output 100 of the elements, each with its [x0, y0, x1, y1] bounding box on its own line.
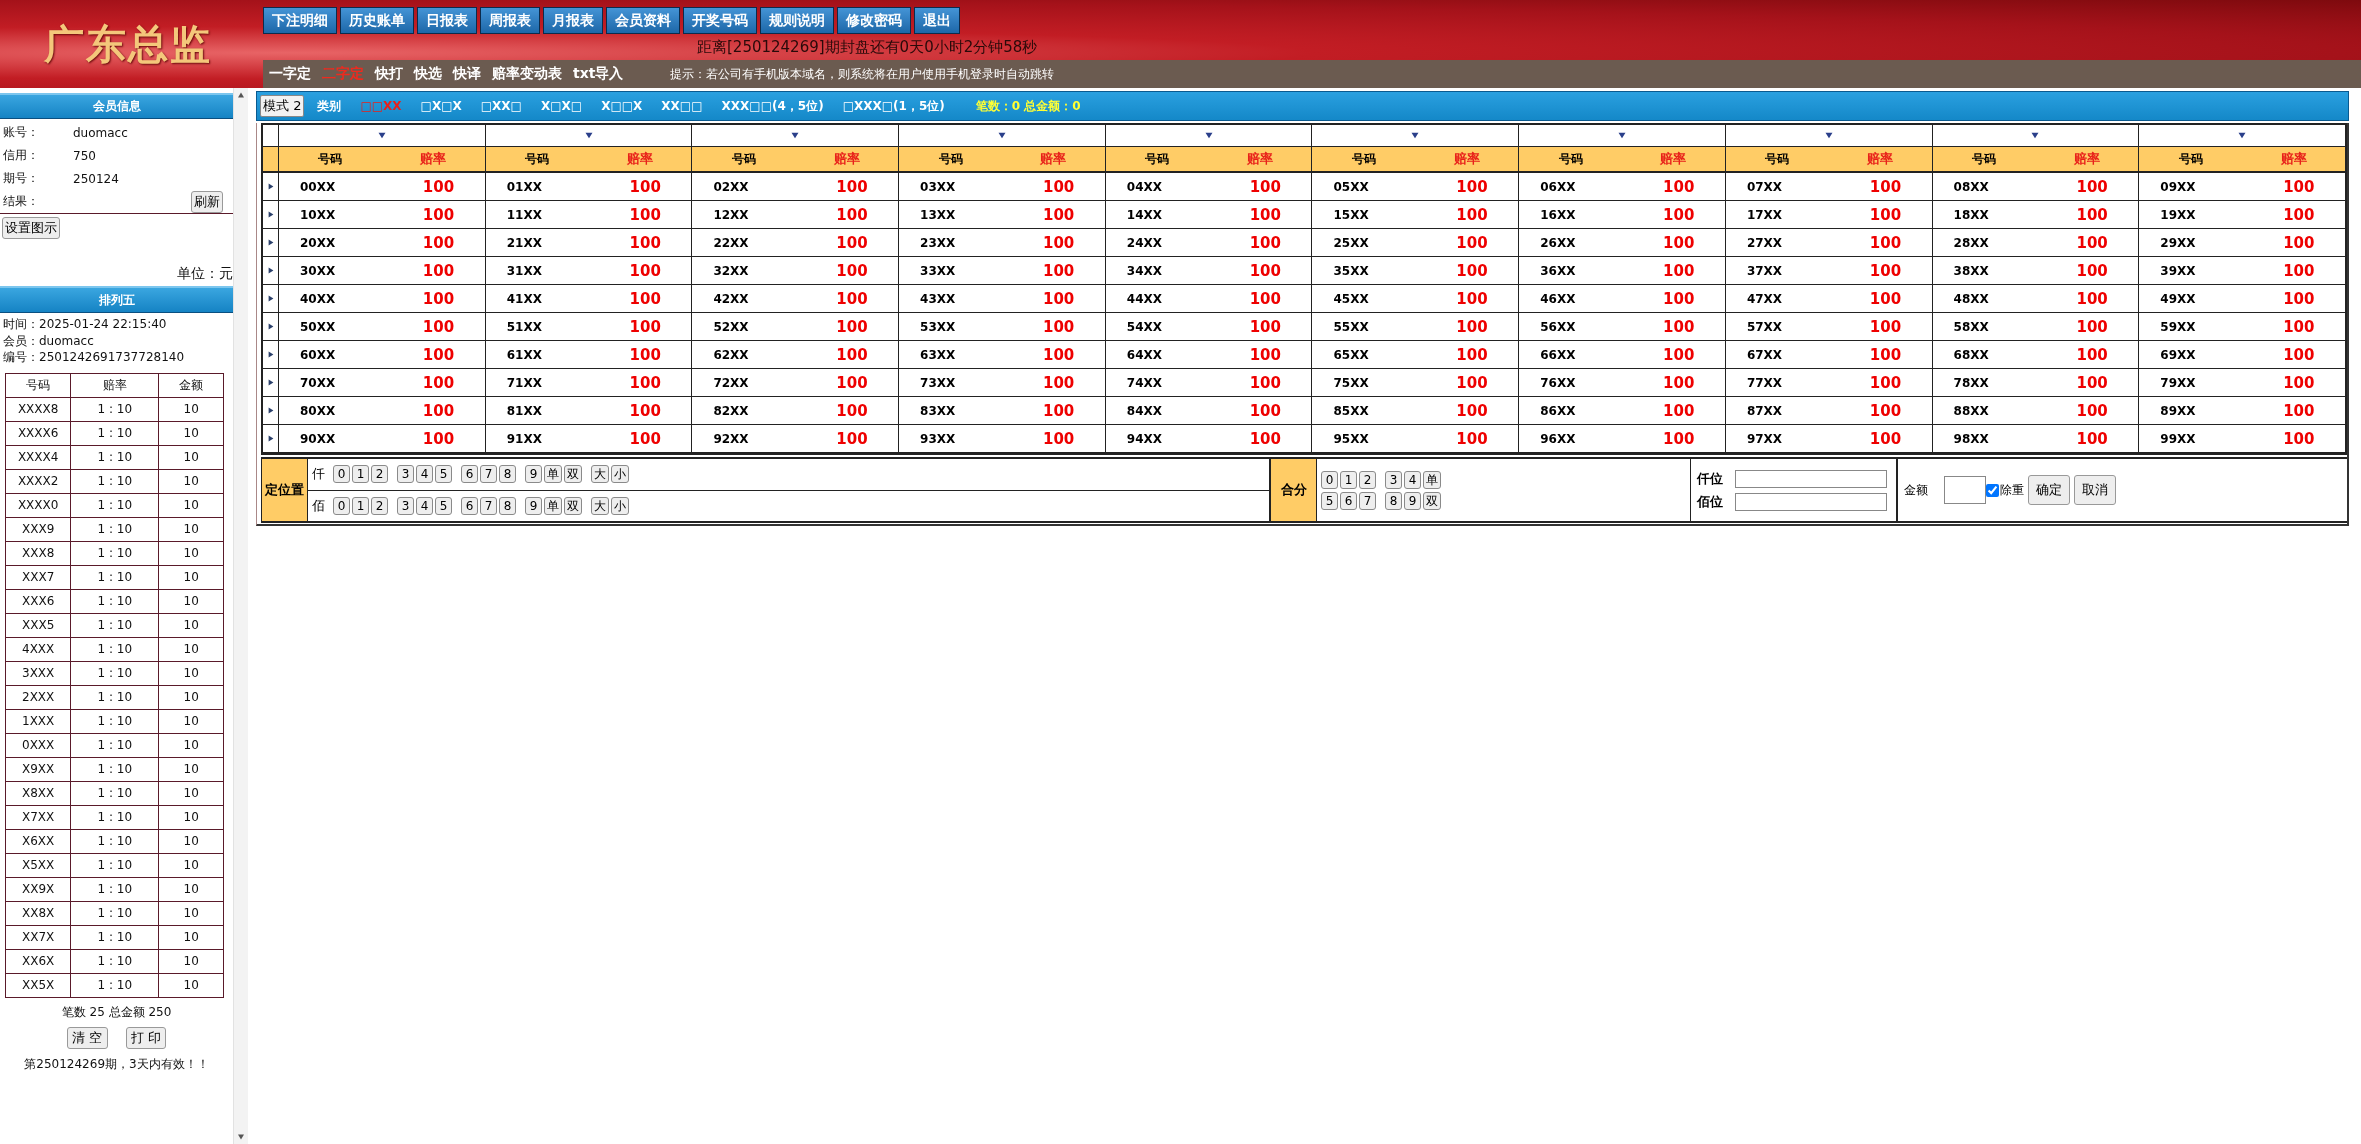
- menu-tab[interactable]: txt导入: [573, 65, 624, 83]
- nav-button[interactable]: 历史账单: [340, 7, 414, 34]
- odds-value: 100: [1041, 233, 1076, 252]
- pick-key[interactable]: 9: [525, 465, 542, 484]
- pick-key[interactable]: 1: [1340, 470, 1357, 489]
- number-code: 74XX: [1125, 375, 1163, 390]
- nav-button[interactable]: 退出: [914, 7, 960, 34]
- pick-key[interactable]: 5: [435, 465, 452, 484]
- pick-key[interactable]: 单: [544, 465, 562, 484]
- menu-tab[interactable]: 赔率变动表: [492, 65, 562, 83]
- pick-key[interactable]: 小: [611, 465, 629, 484]
- pick-key[interactable]: 4: [1404, 470, 1421, 489]
- number-code: 97XX: [1745, 431, 1784, 446]
- pick-key[interactable]: 8: [499, 465, 516, 484]
- refresh-button[interactable]: 刷新: [191, 190, 223, 213]
- pick-key[interactable]: 7: [480, 465, 497, 484]
- odds-value: 100: [1455, 401, 1489, 420]
- mode-button[interactable]: 模式 2: [260, 95, 305, 117]
- menu-tab[interactable]: 一字定: [269, 65, 311, 83]
- menu-tab[interactable]: 快打: [375, 65, 403, 83]
- nav-button[interactable]: 会员资料: [606, 7, 680, 34]
- pick-key[interactable]: 7: [480, 496, 497, 515]
- action-button[interactable]: 取消: [2074, 475, 2116, 505]
- scroll-up-icon[interactable]: [237, 92, 245, 98]
- pick-key[interactable]: 3: [397, 465, 414, 484]
- odds-value: 100: [1868, 345, 1903, 364]
- number-code: 10XX: [299, 207, 337, 222]
- menu-tab[interactable]: 快译: [453, 65, 481, 83]
- pick-key[interactable]: 5: [1321, 491, 1338, 510]
- pick-key[interactable]: 1: [352, 496, 369, 515]
- dedupe-checkbox[interactable]: [1986, 483, 1999, 497]
- nav-button[interactable]: 月报表: [543, 7, 603, 34]
- action-button[interactable]: 确定: [2028, 475, 2070, 505]
- pick-key[interactable]: 0: [1321, 470, 1338, 489]
- odds-value: 100: [628, 261, 662, 280]
- odds-value: 100: [1868, 429, 1903, 448]
- pick-key[interactable]: 9: [1404, 491, 1421, 510]
- pick-key[interactable]: 单: [544, 496, 562, 515]
- scrollbar[interactable]: [233, 88, 248, 1144]
- pick-key[interactable]: 大: [591, 465, 609, 484]
- pick-key[interactable]: 大: [591, 496, 609, 515]
- legend-button[interactable]: 设置图示: [2, 217, 60, 239]
- table-cell: X7XX: [5, 805, 71, 829]
- pick-key[interactable]: 1: [352, 465, 369, 484]
- table-cell: 10: [158, 493, 224, 517]
- pick-key[interactable]: 0: [333, 496, 350, 515]
- pick-key[interactable]: 5: [435, 496, 452, 515]
- odds-value: 100: [2282, 401, 2316, 420]
- number-code: 78XX: [1952, 375, 1990, 390]
- pick-key[interactable]: 2: [371, 465, 388, 484]
- pick-key[interactable]: 2: [371, 496, 388, 515]
- pick-key[interactable]: 双: [1423, 491, 1441, 510]
- pick-key[interactable]: 7: [1359, 491, 1376, 510]
- pick-key[interactable]: 单: [1423, 470, 1441, 489]
- number-code: 38XX: [1952, 263, 1990, 278]
- field-value: duomacc: [73, 125, 129, 140]
- pick-key[interactable]: 2: [1359, 470, 1376, 489]
- odds-value: 100: [1248, 401, 1282, 420]
- odds-value: 100: [1248, 429, 1282, 448]
- odds-value: 100: [1662, 429, 1696, 448]
- number-code: 17XX: [1745, 207, 1784, 222]
- table-cell: 1 : 10: [70, 829, 159, 853]
- odds-value: 100: [1041, 261, 1076, 280]
- number-code: 27XX: [1745, 235, 1784, 250]
- pick-key[interactable]: 8: [1385, 491, 1402, 510]
- pick-key[interactable]: 4: [416, 465, 433, 484]
- nav-button[interactable]: 下注明细: [263, 7, 337, 34]
- amount-field[interactable]: [1944, 476, 1986, 504]
- input-field[interactable]: [1735, 469, 1887, 488]
- odds-value: 100: [2282, 345, 2316, 364]
- row-pointer-icon: [267, 434, 274, 443]
- pick-key[interactable]: 双: [564, 496, 582, 515]
- nav-button[interactable]: 周报表: [480, 7, 540, 34]
- nav-button[interactable]: 规则说明: [760, 7, 834, 34]
- column-header: 号码: [730, 150, 757, 168]
- pick-key[interactable]: 6: [461, 465, 478, 484]
- ticket-button[interactable]: 打 印: [125, 1026, 166, 1049]
- nav-button[interactable]: 开奖号码: [683, 7, 757, 34]
- pick-key[interactable]: 9: [525, 496, 542, 515]
- pick-key[interactable]: 3: [397, 496, 414, 515]
- input-field[interactable]: [1735, 492, 1887, 511]
- pick-key[interactable]: 0: [333, 465, 350, 484]
- nav-button[interactable]: 修改密码: [837, 7, 911, 34]
- pick-key[interactable]: 小: [611, 496, 629, 515]
- pick-key[interactable]: 6: [1340, 491, 1357, 510]
- number-code: 72XX: [712, 375, 750, 390]
- pick-key[interactable]: 8: [499, 496, 516, 515]
- odds-value: 100: [835, 233, 869, 252]
- nav-button[interactable]: 日报表: [417, 7, 477, 34]
- scroll-down-icon[interactable]: [237, 1134, 245, 1140]
- field-label: 金额: [1904, 481, 1928, 499]
- menu-tab[interactable]: 快选: [414, 65, 442, 83]
- table-cell: 1 : 10: [70, 493, 159, 517]
- pick-key[interactable]: 4: [416, 496, 433, 515]
- odds-value: 100: [421, 289, 456, 308]
- ticket-button[interactable]: 清 空: [67, 1026, 108, 1049]
- field-label: 佰位: [1697, 492, 1723, 511]
- pick-key[interactable]: 6: [461, 496, 478, 515]
- pick-key[interactable]: 3: [1385, 470, 1402, 489]
- pick-key[interactable]: 双: [564, 465, 582, 484]
